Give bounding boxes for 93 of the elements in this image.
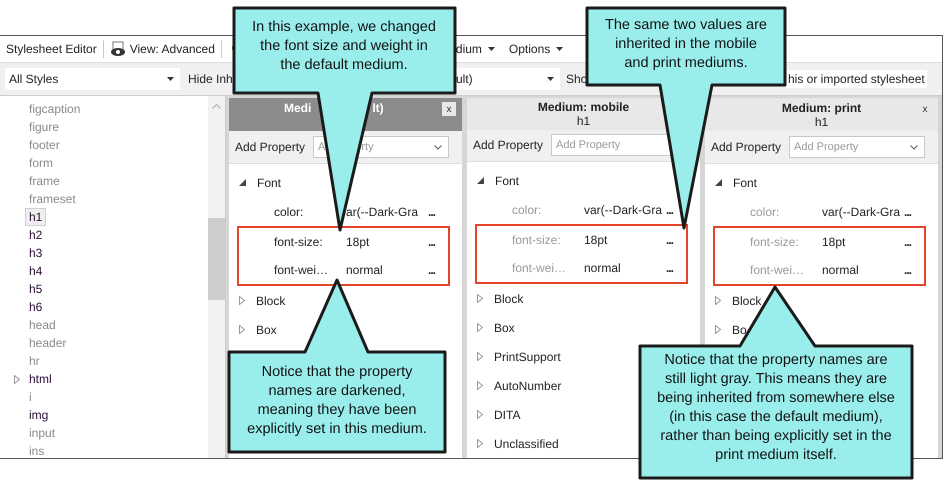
style-item[interactable]: h6 [25,298,46,316]
property-value[interactable]: 18pt [822,235,904,249]
caret-icon [488,47,495,51]
expand-icon[interactable] [477,294,483,303]
group-name[interactable]: Block [732,294,762,308]
property-name: font-wei… [512,261,568,275]
caret-icon [165,77,176,81]
panel-subtitle: h1 [814,114,828,128]
group-name[interactable]: Block [494,292,524,306]
more-button[interactable]: ... [428,263,436,277]
group-name[interactable]: Box [256,322,277,336]
more-button[interactable]: ... [904,263,912,277]
style-dropdown[interactable]: All Styles [5,68,180,90]
scrollbar-thumb[interactable] [208,218,225,300]
expand-icon[interactable] [477,410,483,419]
add-property-label: Add Property [473,138,544,152]
panel-subtitle: h1 [576,114,590,128]
add-property-label: Add Property [235,140,306,154]
callout-text: In this example, we changed the font size and weight in the default medium. [251,18,437,75]
caret-icon [545,77,556,81]
property-value[interactable]: normal [346,263,428,277]
style-item[interactable]: h1 [25,208,46,226]
filter-label: Hide Inh [188,72,233,86]
panel-title: Medium: mobile [538,100,630,114]
property-value[interactable]: 18pt [584,233,666,247]
expand-icon[interactable] [715,325,721,334]
group-name[interactable]: Font [733,176,758,190]
add-property-label: Add Property [711,140,782,154]
panel-header[interactable]: Medium: print h1 x [705,98,938,131]
expand-icon[interactable] [477,439,483,448]
property-value[interactable]: normal [822,263,904,277]
more-button[interactable]: ... [666,261,674,275]
group-name[interactable]: Box [494,320,515,334]
property-value[interactable]: var(--Dark-Gra [584,202,666,216]
close-button[interactable]: x [442,102,456,116]
panel-title: Medi [284,101,312,115]
callout-text: Notice that the property names are darkened, meaning they have been explicitly set in this medium. [246,363,428,439]
property-value[interactable]: normal [584,261,666,275]
expand-icon[interactable] [715,296,721,305]
style-item[interactable]: html [25,370,56,388]
property-name: font-size: [274,235,324,249]
editor-title: Stylesheet Editor [6,42,97,56]
expand-icon[interactable] [239,325,245,334]
property-name: font-wei… [750,263,806,277]
property-name: font-wei… [274,263,330,277]
more-button[interactable]: ... [428,235,436,249]
style-item[interactable]: h4 [25,262,46,280]
style-item[interactable]: h2 [25,226,46,244]
property-name: font-size: [750,235,800,249]
more-button[interactable]: ... [666,202,674,216]
chevron-icon [434,144,442,150]
style-item[interactable]: h5 [25,280,46,298]
property-value[interactable]: ar(--Dark-Gra [346,204,428,218]
callout-text: Notice that the property names are still light gray. This means they are being inherited from somewhere else (in this case the default medium), rather than being explicitly set in the print medium itself. [656,351,896,465]
expand-icon[interactable] [14,375,20,384]
panel-title: lt) [372,101,384,115]
panel-title: Medium: print [782,100,862,114]
group-name[interactable]: Font [495,174,520,188]
scrollbar[interactable] [208,96,225,458]
collapse-icon[interactable] [477,177,484,184]
style-item[interactable]: img [25,406,52,424]
property-name: color: [512,202,542,216]
property-value[interactable]: var(--Dark-Gra [822,204,904,218]
menu-button[interactable]: Options [508,42,564,56]
more-button[interactable]: ... [666,233,674,247]
property-name: font-size: [512,233,562,247]
group-name[interactable]: PrintSupport [494,350,561,364]
expand-icon[interactable] [477,352,483,361]
more-button[interactable]: ... [904,204,912,218]
caret-icon [556,47,564,51]
chevron-icon [910,144,918,150]
more-button[interactable]: ... [428,204,436,218]
group-name[interactable]: Bo [732,322,747,336]
expand-icon[interactable] [477,381,483,390]
group-name[interactable]: Block [256,294,286,308]
view-button[interactable]: View: Advanced [110,41,215,57]
group-name[interactable]: Font [257,176,282,190]
collapse-icon[interactable] [715,179,722,186]
property-name: color: [750,204,780,218]
group-name[interactable]: DITA [494,408,520,422]
callout-text: The same two values are inherited in the mobile and print mediums. [604,16,768,73]
property-name: color: [274,204,304,218]
expand-icon[interactable] [477,323,483,332]
style-item[interactable]: h3 [25,244,46,262]
filter-label: his or imported stylesheet [788,72,925,86]
menu-button[interactable]: dium [456,42,495,56]
collapse-icon[interactable] [239,179,246,186]
more-button[interactable]: ... [904,235,912,249]
group-name[interactable]: AutoNumber [494,378,562,392]
eye-icon [110,41,126,57]
property-value[interactable]: 18pt [346,235,428,249]
group-name[interactable]: Unclassified [494,436,559,450]
expand-icon[interactable] [239,296,245,305]
